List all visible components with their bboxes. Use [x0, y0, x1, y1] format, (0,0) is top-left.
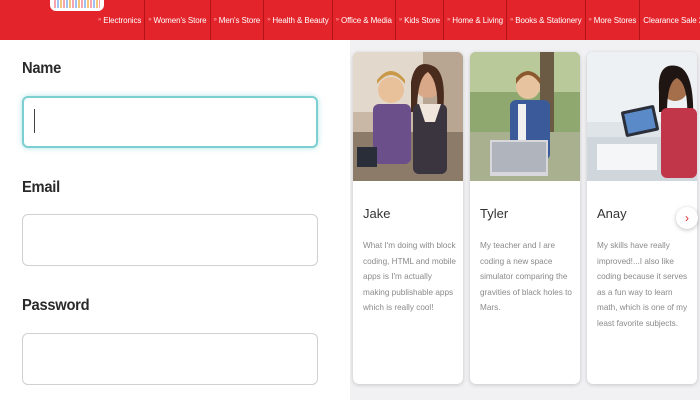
nav-arrow-icon: » [510, 17, 514, 23]
testimonial-name: Anay [597, 206, 627, 221]
nav-arrow-icon: » [148, 17, 152, 23]
nav-item-label: Clearance Sale 2022 [643, 15, 700, 25]
nav-item-clearance-sale[interactable]: Clearance Sale 2022 [639, 0, 700, 40]
password-label: Password [22, 297, 90, 314]
carousel-next-button[interactable]: › [676, 207, 698, 229]
logo-barcode-icon [54, 0, 100, 8]
email-label: Email [22, 179, 60, 196]
nav-item-books-stationery[interactable]: » Books & Stationery [506, 0, 585, 40]
nav-arrow-icon: » [447, 17, 451, 23]
nav-item-electronics[interactable]: » Electronics [95, 0, 144, 40]
nav-item-label: Kids Store [404, 15, 441, 25]
text-caret [34, 109, 35, 133]
nav-item-label: Electronics [103, 15, 142, 25]
testimonial-card-jake: Jake What I'm doing with block coding, H… [353, 52, 463, 384]
nav-arrow-icon: » [98, 17, 102, 23]
nav-arrow-icon: » [267, 17, 271, 23]
password-field[interactable] [22, 333, 318, 385]
nav-arrow-icon: » [213, 17, 217, 23]
nav-item-label: Books & Stationery [515, 15, 582, 25]
testimonial-quote: What I'm doing with block coding, HTML a… [363, 241, 456, 312]
testimonial-photo [353, 52, 463, 181]
testimonial-name: Tyler [480, 206, 509, 221]
nav-item-office-media[interactable]: » Office & Media [331, 0, 395, 40]
nav-item-kids-store[interactable]: » Kids Store [394, 0, 443, 40]
nav-item-label: Office & Media [340, 15, 392, 25]
email-field[interactable] [22, 214, 318, 266]
nav-arrow-icon: » [335, 17, 339, 23]
testimonial-quote: My skills have really improved!...I also… [597, 241, 688, 328]
nav-item-home-living[interactable]: » Home & Living [443, 0, 506, 40]
nav-item-label: Health & Beauty [272, 15, 329, 25]
nav-item-womens-store[interactable]: » Women's Store [144, 0, 209, 40]
top-nav: » Electronics » Women's Store » Men's Store… [0, 0, 700, 40]
nav-item-health-beauty[interactable]: » Health & Beauty [263, 0, 332, 40]
nav-item-more-stores[interactable]: » More Stores [584, 0, 640, 40]
nav-item-label: Women's Store [153, 15, 207, 25]
nav-item-mens-store[interactable]: » Men's Store [209, 0, 264, 40]
nav-item-label: Men's Store [218, 15, 261, 25]
nav-item-label: More Stores [593, 15, 637, 25]
testimonial-photo [470, 52, 580, 181]
testimonial-name: Jake [363, 206, 391, 221]
nav-item-label: Home & Living [452, 15, 504, 25]
nav-arrow-icon: » [398, 17, 403, 23]
name-field[interactable] [22, 96, 318, 148]
testimonials-panel: Jake What I'm doing with block coding, H… [350, 40, 700, 400]
chevron-right-icon: › [685, 211, 689, 225]
testimonial-quote: My teacher and I are coding a new space … [480, 241, 572, 312]
testimonial-card-tyler: Tyler My teacher and I are coding a new … [470, 52, 580, 384]
nav-arrow-icon: » [588, 17, 592, 23]
nav-items: » Electronics » Women's Store » Men's Store… [95, 0, 700, 40]
name-label: Name [22, 60, 61, 77]
testimonial-photo [587, 52, 697, 181]
